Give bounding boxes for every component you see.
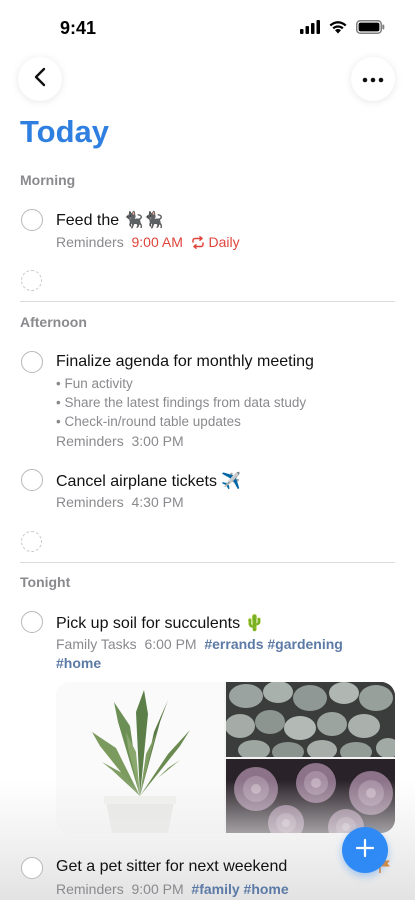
status-icons bbox=[300, 20, 385, 39]
cellular-icon bbox=[300, 20, 320, 39]
new-task-placeholder[interactable] bbox=[21, 270, 42, 291]
new-task-placeholder[interactable] bbox=[21, 531, 42, 552]
task-meta: Reminders 9:00 AM Daily bbox=[56, 234, 240, 252]
task-meta: Reminders 9:00 PM #family #home bbox=[56, 881, 289, 897]
more-button[interactable] bbox=[351, 57, 395, 101]
task-list-name: Reminders bbox=[56, 494, 124, 510]
task-time: 9:00 AM bbox=[131, 234, 183, 250]
task-title[interactable]: Cancel airplane tickets ✈️ bbox=[56, 471, 241, 491]
section-header-morning: Morning bbox=[20, 172, 76, 188]
task-title[interactable]: Finalize agenda for monthly meeting bbox=[56, 353, 314, 371]
chevron-left-icon bbox=[33, 67, 47, 92]
task-tags[interactable]: #home bbox=[56, 655, 101, 671]
task-time: 4:30 PM bbox=[131, 494, 184, 510]
divider bbox=[20, 562, 395, 563]
task-tags[interactable]: #family #home bbox=[191, 881, 288, 897]
task-time: 9:00 PM bbox=[131, 881, 184, 897]
task-title[interactable]: Pick up soil for succulents 🌵 bbox=[56, 613, 264, 633]
task-tags[interactable]: #errands #gardening bbox=[204, 636, 343, 652]
back-button[interactable] bbox=[18, 57, 62, 101]
task-checkbox[interactable] bbox=[21, 611, 43, 633]
task-note: • Fun activity bbox=[56, 376, 133, 391]
section-header-afternoon: Afternoon bbox=[20, 314, 87, 330]
task-note: • Check-in/round table updates bbox=[56, 414, 241, 429]
ellipsis-icon bbox=[362, 70, 384, 88]
add-task-button[interactable] bbox=[342, 827, 388, 873]
task-time: 3:00 PM bbox=[131, 433, 184, 449]
task-checkbox[interactable] bbox=[21, 857, 43, 879]
status-bar: 9:41 bbox=[0, 0, 415, 56]
task-checkbox[interactable] bbox=[21, 209, 43, 231]
task-list-name: Family Tasks bbox=[56, 636, 137, 652]
task-checkbox[interactable] bbox=[21, 469, 43, 491]
pebble-succulents-photo[interactable] bbox=[226, 682, 395, 757]
task-title[interactable]: Get a pet sitter for next weekend bbox=[56, 858, 287, 876]
task-time: 6:00 PM bbox=[144, 636, 197, 652]
task-meta: Reminders 4:30 PM bbox=[56, 494, 184, 510]
plus-icon bbox=[355, 838, 375, 863]
section-header-tonight: Tonight bbox=[20, 574, 71, 590]
battery-icon bbox=[356, 20, 385, 39]
status-time: 9:41 bbox=[60, 18, 97, 38]
task-note: • Share the latest findings from data st… bbox=[56, 395, 307, 410]
task-list-name: Reminders bbox=[56, 881, 124, 897]
task-meta: Reminders 3:00 PM bbox=[56, 433, 184, 449]
task-meta: Family Tasks 6:00 PM #errands #gardening bbox=[56, 636, 343, 652]
page-title: Today bbox=[20, 114, 109, 149]
task-checkbox[interactable] bbox=[21, 351, 43, 373]
task-title[interactable]: Feed the 🐈‍⬛🐈‍⬛ bbox=[56, 210, 163, 230]
repeat-icon bbox=[191, 236, 205, 252]
task-repeat: Daily bbox=[208, 234, 240, 250]
task-list-name: Reminders bbox=[56, 433, 124, 449]
task-meta: #home bbox=[56, 655, 101, 671]
divider bbox=[20, 301, 395, 302]
wifi-icon bbox=[328, 20, 348, 39]
task-list-name: Reminders bbox=[56, 234, 124, 250]
